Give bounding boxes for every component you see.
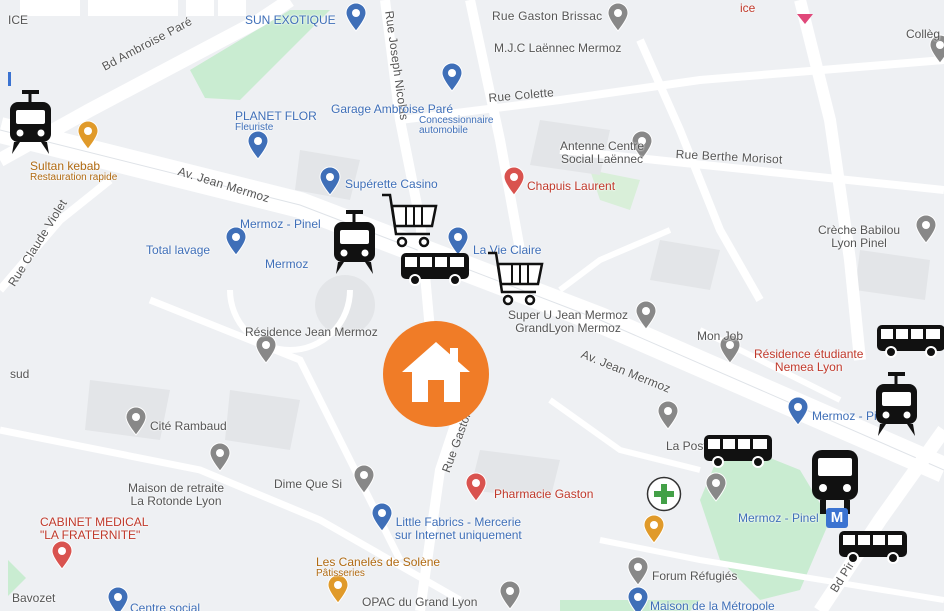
bus-icon[interactable] — [703, 434, 773, 468]
tram-icon[interactable] — [874, 372, 919, 436]
poi-label[interactable]: Mermoz — [265, 258, 308, 271]
train-icon[interactable] — [810, 448, 860, 514]
poi-label[interactable]: Forum Réfugiés — [652, 570, 737, 583]
poi-label[interactable]: Bavozet — [12, 592, 55, 605]
poi-category: Fleuriste — [235, 121, 274, 133]
poi-name: PLANET FLOR — [235, 109, 317, 123]
poi-label[interactable]: Mermoz - Pinel — [738, 512, 819, 525]
poi-pin-icon[interactable] — [915, 214, 937, 244]
poi-label[interactable]: Chapuis Laurent — [527, 180, 615, 193]
map-canvas[interactable]: Bd Ambroise Paré Av. Jean Mermoz Av. Jea… — [0, 0, 944, 611]
poi-name-line2: Nemea Lyon — [774, 359, 843, 374]
poi-label[interactable]: Cité Rambaud — [150, 420, 227, 433]
poi-pin-icon[interactable] — [627, 556, 649, 586]
poi-name-line2: GrandLyon Mermoz — [515, 320, 621, 335]
poi-pin-icon[interactable] — [255, 334, 277, 364]
poi-category: Restauration rapide — [30, 171, 118, 183]
poi-label[interactable]: sud — [10, 368, 29, 381]
poi-label[interactable]: CABINET MEDICAL "LA FRATERNITE" — [40, 516, 148, 541]
poi-label[interactable]: Les Canelés de Solène Pâtisseries — [316, 556, 440, 579]
poi-label[interactable]: Centre social — [130, 602, 200, 611]
poi-label[interactable]: Antenne Centre Social Laënnec — [560, 140, 644, 165]
tram-icon[interactable] — [8, 90, 53, 154]
poi-category: Pâtisseries — [316, 567, 365, 579]
poi-label[interactable]: OPAC du Grand Lyon — [362, 596, 477, 609]
poi-pin-icon[interactable] — [503, 166, 525, 196]
poi-label[interactable]: SUN EXOTIQUE — [245, 14, 336, 27]
poi-label[interactable]: Total lavage — [146, 244, 210, 257]
poi-name-line2: Lyon Pinel — [831, 235, 887, 250]
poi-label[interactable]: Résidence Jean Mermoz — [245, 326, 378, 339]
poi-label[interactable]: Sultan kebab Restauration rapide — [30, 160, 117, 183]
poi-pin-icon[interactable] — [627, 586, 649, 611]
poi-label[interactable]: Pharmacie Gaston — [494, 488, 593, 501]
poi-pin-icon[interactable] — [447, 226, 469, 256]
poi-label[interactable]: M.J.C Laënnec Mermoz — [494, 42, 621, 55]
poi-label[interactable]: Mermoz - Pinel — [240, 218, 321, 231]
poi-pin-icon[interactable] — [657, 400, 679, 430]
poi-pin-icon[interactable] — [107, 586, 129, 611]
poi-label[interactable]: Garage Ambroise Paré Concessionnaire auto… — [331, 103, 509, 136]
poi-label[interactable]: Mon Job — [697, 330, 743, 343]
poi-name: Les Canelés de Solène — [316, 555, 441, 569]
poi-label[interactable]: Supérette Casino — [345, 178, 438, 191]
poi-name-line2: "LA FRATERNITE" — [40, 527, 141, 542]
poi-pin-icon[interactable] — [247, 130, 269, 160]
edge-marker — [8, 72, 11, 86]
home-icon[interactable] — [382, 320, 490, 428]
poi-name-line2: La Rotonde Lyon — [130, 493, 222, 508]
poi-name-line2: sur Internet uniquement — [395, 527, 522, 542]
pharmacy-cross-icon[interactable] — [646, 476, 682, 512]
poi-label[interactable]: Little Fabrics - Mercerie sur Internet un… — [395, 516, 522, 541]
poi-pin-icon[interactable] — [607, 2, 629, 32]
poi-pin-icon[interactable] — [371, 502, 393, 532]
poi-pin-icon[interactable] — [465, 472, 487, 502]
poi-label[interactable]: PLANET FLOR Fleuriste — [235, 110, 317, 133]
poi-pin-icon[interactable] — [125, 406, 147, 436]
poi-pin-icon[interactable] — [643, 514, 665, 544]
bus-icon[interactable] — [876, 324, 944, 358]
shopping-cart-icon[interactable] — [486, 250, 544, 308]
poi-pin-icon[interactable] — [319, 166, 341, 196]
poi-pin-icon[interactable] — [327, 574, 349, 604]
poi-pin-icon[interactable] — [635, 300, 657, 330]
poi-pin-icon[interactable] — [225, 226, 247, 256]
bus-icon[interactable] — [400, 252, 470, 286]
metro-badge[interactable]: M — [826, 508, 848, 528]
poi-pin-icon[interactable] — [77, 120, 99, 150]
poi-label[interactable]: Collèg — [906, 28, 940, 41]
bus-icon[interactable] — [838, 530, 908, 564]
poi-label: ICE — [8, 13, 29, 27]
poi-pin-icon[interactable] — [51, 540, 73, 570]
shopping-cart-icon[interactable] — [380, 192, 438, 250]
poi-label[interactable]: Crèche Babilou Lyon Pinel — [818, 224, 900, 249]
poi-pin-icon[interactable] — [705, 472, 727, 502]
poi-label[interactable]: Dime Que Si — [274, 478, 342, 491]
poi-label[interactable]: Résidence étudiante Nemea Lyon — [754, 348, 863, 373]
tram-icon[interactable] — [332, 210, 377, 274]
poi-name: Sultan kebab — [30, 159, 101, 173]
poi-name: Garage Ambroise Paré — [331, 102, 454, 116]
poi-name-line2: Social Laënnec — [561, 151, 644, 166]
poi-pin-icon[interactable] — [209, 442, 231, 472]
poi-pin-icon[interactable] — [441, 62, 463, 92]
poi-pin-icon[interactable] — [499, 580, 521, 610]
poi-pin-icon[interactable] — [345, 2, 367, 32]
poi-pin-icon[interactable] — [353, 464, 375, 494]
poi-label[interactable]: Maison de retraite La Rotonde Lyon — [128, 482, 224, 507]
poi-category: Concessionnaire automobile — [419, 114, 494, 136]
poi-label[interactable]: Maison de la Métropole — [650, 600, 775, 611]
poi-label: ice — [740, 1, 756, 15]
poi-label[interactable]: Super U Jean Mermoz GrandLyon Mermoz — [508, 309, 628, 334]
poi-pin-icon[interactable] — [787, 396, 809, 426]
